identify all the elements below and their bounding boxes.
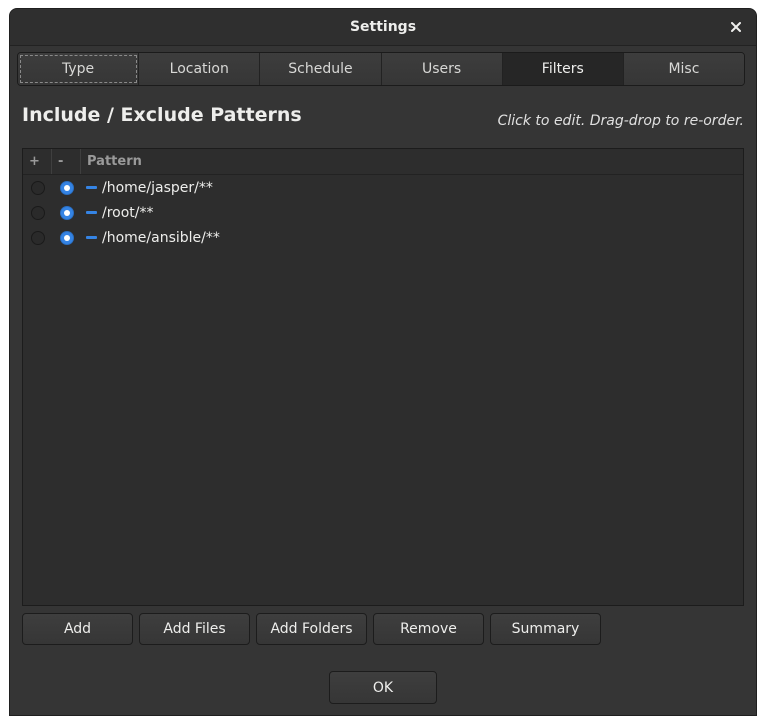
add-files-button[interactable]: Add Files: [139, 613, 250, 645]
pattern-text[interactable]: /root/**: [102, 205, 154, 221]
ok-button[interactable]: OK: [329, 671, 437, 704]
pattern-text[interactable]: /home/ansible/**: [102, 230, 220, 246]
summary-button[interactable]: Summary: [490, 613, 601, 645]
window-title: Settings: [349, 19, 417, 35]
minus-icon: [86, 236, 97, 239]
tab-bar: Type Location Schedule Users Filters Mis…: [17, 52, 745, 86]
pattern-list[interactable]: + - Pattern /home/jasper/** /root/** /ho…: [22, 148, 744, 606]
edit-hint: Click to edit. Drag-drop to re-order.: [497, 113, 744, 129]
table-row[interactable]: /home/jasper/**: [23, 175, 743, 200]
close-icon: [731, 22, 741, 32]
tab-filters[interactable]: Filters: [502, 53, 624, 85]
include-radio[interactable]: [30, 230, 45, 245]
tab-location[interactable]: Location: [139, 53, 261, 85]
include-radio[interactable]: [30, 180, 45, 195]
exclude-radio[interactable]: [59, 230, 74, 245]
minus-icon: [86, 211, 97, 214]
header-exclude[interactable]: -: [52, 149, 81, 174]
add-folders-button[interactable]: Add Folders: [256, 613, 367, 645]
tab-schedule[interactable]: Schedule: [260, 53, 382, 85]
include-radio[interactable]: [30, 205, 45, 220]
close-button[interactable]: [724, 15, 748, 39]
title-bar: Settings: [10, 9, 756, 46]
table-row[interactable]: /root/**: [23, 200, 743, 225]
table-row[interactable]: /home/ansible/**: [23, 225, 743, 250]
tab-misc[interactable]: Misc: [623, 53, 744, 85]
tab-type[interactable]: Type: [18, 53, 140, 85]
settings-dialog: Settings Type Location Schedule Users Fi…: [9, 8, 757, 716]
list-header: + - Pattern: [23, 149, 743, 175]
exclude-radio[interactable]: [59, 205, 74, 220]
pattern-text[interactable]: /home/jasper/**: [102, 180, 213, 196]
exclude-radio[interactable]: [59, 180, 74, 195]
header-pattern[interactable]: Pattern: [81, 149, 743, 174]
header-include[interactable]: +: [23, 149, 52, 174]
section-title: Include / Exclude Patterns: [22, 104, 302, 126]
tab-users[interactable]: Users: [381, 53, 503, 85]
remove-button[interactable]: Remove: [373, 613, 484, 645]
add-button[interactable]: Add: [22, 613, 133, 645]
minus-icon: [86, 186, 97, 189]
